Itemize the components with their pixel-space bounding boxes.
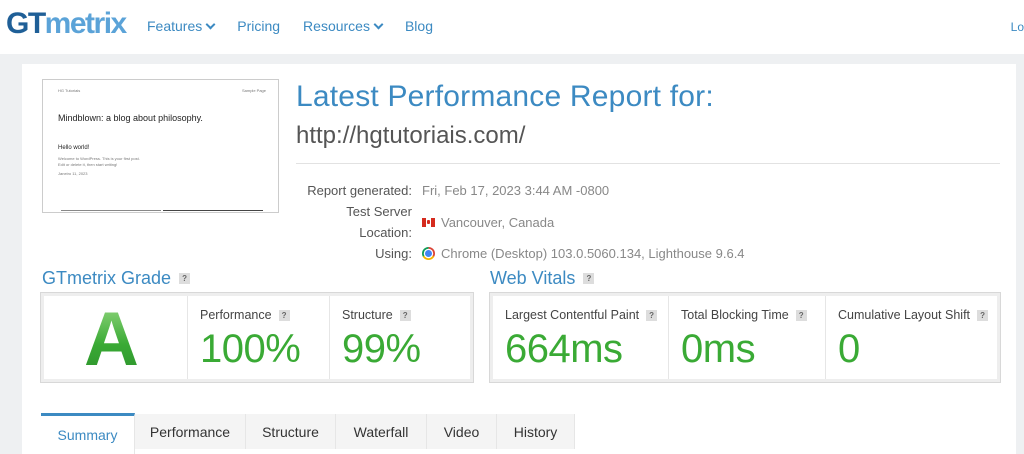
thumb-divider xyxy=(163,210,263,211)
web-vitals-heading: Web Vitals? xyxy=(490,268,595,289)
gtmetrix-grade-heading: GTmetrix Grade? xyxy=(42,268,191,289)
help-icon[interactable]: ? xyxy=(278,309,290,321)
thumb-divider xyxy=(61,210,161,211)
thumb-post-title: Hello world! xyxy=(58,145,90,151)
tab-structure[interactable]: Structure xyxy=(246,414,336,449)
report-url[interactable]: http://hgtutoriais.com/ xyxy=(296,122,525,150)
thumb-site-name: HG Tutoriais xyxy=(58,88,81,93)
help-icon[interactable]: ? xyxy=(399,309,411,321)
tab-performance[interactable]: Performance xyxy=(135,414,246,449)
chrome-icon xyxy=(422,247,435,260)
nav-links: Features Pricing Resources Blog xyxy=(147,18,456,34)
thumb-post-text-2: Edit or delete it, then start writing! xyxy=(58,162,118,167)
grade-letter-cell: A xyxy=(44,296,187,382)
structure-label: Structure xyxy=(342,308,393,322)
grade-letter: A xyxy=(84,297,139,382)
cls-value: 0 xyxy=(838,327,860,371)
nav-pricing[interactable]: Pricing xyxy=(237,18,280,34)
performance-score-cell: Performance? 100% xyxy=(187,296,329,379)
structure-score-cell: Structure? 99% xyxy=(329,296,470,379)
tab-waterfall[interactable]: Waterfall xyxy=(336,414,427,449)
thumb-sample-page: Sample Page xyxy=(241,88,266,93)
cls-label: Cumulative Layout Shift xyxy=(838,308,971,322)
nav-resources[interactable]: Resources xyxy=(303,18,384,34)
tab-summary[interactable]: Summary xyxy=(41,413,135,454)
chevron-down-icon xyxy=(373,19,384,29)
header-divider xyxy=(296,163,1000,164)
performance-label: Performance xyxy=(200,308,272,322)
help-icon[interactable]: ? xyxy=(179,273,191,284)
nav-features[interactable]: Features xyxy=(147,18,216,34)
tbt-value: 0ms xyxy=(681,327,756,371)
thumb-headline: Mindblown: a blog about philosophy. xyxy=(58,113,203,123)
nav-login-link[interactable]: Lo xyxy=(1011,20,1024,34)
help-icon[interactable]: ? xyxy=(646,309,658,321)
meta-using: Using: Chrome (Desktop) 103.0.5060.134, … xyxy=(375,246,745,261)
tab-history[interactable]: History xyxy=(497,414,575,449)
gtmetrix-logo[interactable]: GTmetrix xyxy=(6,4,127,44)
page-screenshot-thumbnail[interactable]: HG Tutoriais Sample Page Mindblown: a bl… xyxy=(42,79,279,213)
lcp-label: Largest Contentful Paint xyxy=(505,308,640,322)
help-icon[interactable]: ? xyxy=(977,309,989,321)
tbt-label: Total Blocking Time xyxy=(681,308,789,322)
report-title: Latest Performance Report for: xyxy=(296,80,714,113)
lcp-value: 664ms xyxy=(505,327,623,371)
nav-blog[interactable]: Blog xyxy=(405,18,433,34)
top-navigation: GTmetrix Features Pricing Resources Blog… xyxy=(0,0,1024,54)
tab-video[interactable]: Video xyxy=(427,414,497,449)
gtmetrix-grade-card: A Performance? 100% Structure? 99% xyxy=(40,292,474,383)
structure-value: 99% xyxy=(342,327,421,371)
cls-cell: Cumulative Layout Shift? 0 xyxy=(825,296,997,379)
thumb-post-date: Janeiro 11, 2023 xyxy=(58,171,88,176)
help-icon[interactable]: ? xyxy=(795,309,807,321)
thumb-post-text-1: Welcome to WordPress. This is your first… xyxy=(58,156,140,161)
web-vitals-card: Largest Contentful Paint? 664ms Total Bl… xyxy=(489,292,1001,383)
meta-report-generated: Report generated: Fri, Feb 17, 2023 3:44… xyxy=(307,183,610,198)
report-tabs: Summary Performance Structure Waterfall … xyxy=(41,413,575,454)
help-icon[interactable]: ? xyxy=(583,273,595,284)
performance-value: 100% xyxy=(200,327,301,371)
meta-server-location: Test Server Location: Vancouver, Canada xyxy=(346,204,555,240)
report-meta: Report generated: Fri, Feb 17, 2023 3:44… xyxy=(290,180,745,264)
chevron-down-icon xyxy=(205,19,216,29)
canada-flag-icon xyxy=(422,217,435,227)
tbt-cell: Total Blocking Time? 0ms xyxy=(668,296,825,379)
lcp-cell: Largest Contentful Paint? 664ms xyxy=(493,296,668,379)
